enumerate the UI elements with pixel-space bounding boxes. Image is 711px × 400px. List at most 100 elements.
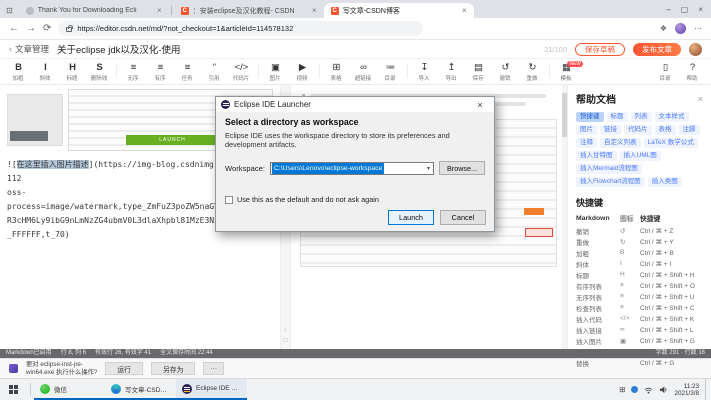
toolbar-item[interactable]: I 斜体 (32, 62, 59, 82)
tray-grid-icon[interactable]: ⊞ (619, 385, 625, 394)
help-tag[interactable]: 插入UML图 (620, 151, 661, 161)
save-as-button[interactable]: 另存为 (151, 362, 195, 375)
tab-csdn-article[interactable]: C ：安装eclipse及汉化教程- CSDN × (174, 3, 324, 18)
tray-app-icon[interactable] (631, 386, 638, 393)
help-tag-active[interactable]: 快捷键 (576, 112, 604, 122)
dialog-close-icon[interactable]: × (471, 100, 489, 110)
taskbar-clock[interactable]: 11:23 2021/3/8 (674, 383, 699, 397)
dialog-titlebar[interactable]: Eclipse IDE Launcher × (216, 97, 494, 112)
checkbox-icon[interactable] (225, 196, 233, 204)
taskbar-item-edge[interactable]: 写文章-CSDN博客 … (105, 379, 176, 400)
help-tag[interactable]: 注脚 (679, 125, 700, 135)
toolbar-item[interactable]: ↧ 导入 (411, 62, 438, 82)
help-tag[interactable]: 链接 (600, 125, 621, 135)
tab-eclipse-download[interactable]: Thank You for Downloading Ecli × (19, 3, 169, 18)
shortcut-name: 插入图片 (576, 335, 620, 346)
cancel-button[interactable]: Cancel (440, 210, 486, 225)
lock-icon (66, 27, 72, 32)
volume-icon[interactable] (659, 386, 668, 394)
toolbar-item[interactable]: ▤ 保存 (465, 62, 492, 82)
help-tag[interactable]: 文本样式 (655, 112, 689, 122)
workspace-combobox[interactable]: C:\Users\Lenovo\eclipse-workspace ▾ (270, 162, 434, 175)
browser-profile-avatar[interactable] (675, 23, 686, 34)
publish-button[interactable]: 发布文章 (633, 43, 681, 56)
help-tag[interactable]: LaTeX 数学公式 (644, 138, 698, 148)
toolbar-item[interactable]: S 删除线 (86, 62, 113, 82)
list-icon: ≡ (158, 62, 164, 73)
help-tag[interactable]: 表格 (655, 125, 676, 135)
run-button[interactable]: 运行 (105, 362, 143, 375)
embedded-screenshot-small[interactable] (7, 94, 63, 146)
tab-csdn-editor[interactable]: C 写文章-CSDN博客 × (324, 3, 474, 18)
sync-scroll-icon[interactable]: ○ (284, 327, 288, 334)
article-manage-link[interactable]: ‹ 文章管理 (9, 43, 49, 55)
toolbar-item-outline[interactable]: ▯ 目录 (652, 62, 679, 82)
toolbar-item[interactable]: H 标题 (59, 62, 86, 82)
refresh-icon[interactable]: ⟳ (43, 23, 51, 34)
close-icon[interactable]: × (698, 94, 703, 104)
toolbar-item[interactable]: ↥ 导出 (438, 62, 465, 82)
tab-close-icon[interactable]: × (462, 6, 467, 15)
preview-scrollbar[interactable] (562, 85, 567, 349)
shortcut-row: 无序列表 ≡ Ctrl / ⌘ + Shift + U (576, 291, 703, 302)
help-tag[interactable]: 注释 (576, 138, 597, 148)
save-draft-button[interactable]: 保存草稿 (575, 43, 625, 56)
more-options-icon[interactable]: ··· (203, 362, 224, 375)
shortcut-name: 插入代码 (576, 313, 620, 324)
extensions-icon[interactable]: ❖ (660, 24, 667, 33)
help-tag[interactable]: 自定义列表 (600, 138, 641, 148)
window-close-icon[interactable]: × (698, 5, 703, 14)
back-icon[interactable]: ← (9, 23, 19, 34)
window-maximize-icon[interactable]: ▢ (681, 5, 689, 14)
default-workspace-option[interactable]: Use this as the default and do not ask a… (225, 195, 379, 204)
help-tag[interactable]: 代码片 (624, 125, 652, 135)
fullscreen-toggle-icon[interactable]: □ (284, 337, 288, 344)
help-tag[interactable]: 插入Flowchart流程图 (576, 177, 645, 187)
scrollbar-thumb[interactable] (562, 93, 567, 137)
editor-header: ‹ 文章管理 关于eclipse jdk以及汉化-使用 21/100 保存草稿 … (0, 40, 711, 59)
tab-search-icon[interactable]: ⊡ (6, 6, 13, 15)
dialog-body: Select a directory as workspace Eclipse … (216, 112, 494, 231)
launch-button[interactable]: Launch (388, 210, 434, 225)
toolbar-item[interactable]: ≔ 目录 (377, 62, 404, 82)
dialog-buttons: Launch Cancel (388, 210, 486, 225)
toolbar-item-template[interactable]: NEW ▦ 模板 (553, 62, 580, 82)
toolbar-item[interactable]: ▶ 视频 (289, 62, 316, 82)
toolbar-item[interactable]: B 加粗 (5, 62, 32, 82)
help-tag[interactable]: 列表 (631, 112, 652, 122)
window-minimize-icon[interactable]: – (666, 5, 670, 14)
tab-close-icon[interactable]: × (312, 6, 317, 15)
user-avatar[interactable] (689, 43, 702, 56)
start-button[interactable] (0, 379, 27, 400)
insert-icon: ≔ (386, 62, 396, 73)
help-tag[interactable]: 插入Mermaid流程图 (576, 164, 642, 174)
browse-button[interactable]: Browse... (439, 161, 485, 175)
toolbar-item[interactable]: ▣ 图片 (262, 62, 289, 82)
toolbar-item-help[interactable]: ? 帮助 (679, 62, 706, 82)
toolbar-item[interactable]: ≡ 无序 (120, 62, 147, 82)
help-tag[interactable]: 插入类图 (648, 177, 682, 187)
forward-icon[interactable]: → (26, 23, 36, 34)
help-tag[interactable]: 标题 (607, 112, 628, 122)
address-bar: ← → ⟳ https://editor.csdn.net/md/?not_ch… (0, 18, 711, 40)
toolbar-item[interactable]: ≡ 有序 (147, 62, 174, 82)
toolbar-item[interactable]: “ 引用 (201, 62, 228, 82)
taskbar-item-eclipse[interactable]: Eclipse IDE Launc... (176, 379, 247, 400)
chevron-down-icon[interactable]: ▾ (424, 165, 433, 172)
article-title-input[interactable]: 关于eclipse jdk以及汉化-使用 (57, 42, 536, 56)
browser-menu-icon[interactable]: ⋯ (694, 24, 702, 33)
url-input[interactable]: https://editor.csdn.net/md/?not_checkout… (58, 21, 423, 36)
help-tag[interactable]: 插入甘特图 (576, 151, 617, 161)
show-desktop-button[interactable] (705, 379, 709, 400)
toolbar-item[interactable]: </> 代码片 (228, 62, 255, 82)
tab-close-icon[interactable]: × (157, 6, 162, 15)
toolbar-item[interactable]: ⊞ 表格 (323, 62, 350, 82)
help-tag[interactable]: 图片 (576, 125, 597, 135)
wifi-icon[interactable] (644, 386, 653, 394)
toolbar-item[interactable]: ↺ 撤销 (492, 62, 519, 82)
toolbar-item[interactable]: ≡ 任务 (174, 62, 201, 82)
download-prompt-line1: 要对 eclipse-inst-jre- (26, 361, 83, 368)
toolbar-item[interactable]: ∞ 超链接 (350, 62, 377, 82)
taskbar-item-wechat[interactable]: 微信 (34, 379, 105, 400)
toolbar-item[interactable]: ↻ 重做 (519, 62, 546, 82)
